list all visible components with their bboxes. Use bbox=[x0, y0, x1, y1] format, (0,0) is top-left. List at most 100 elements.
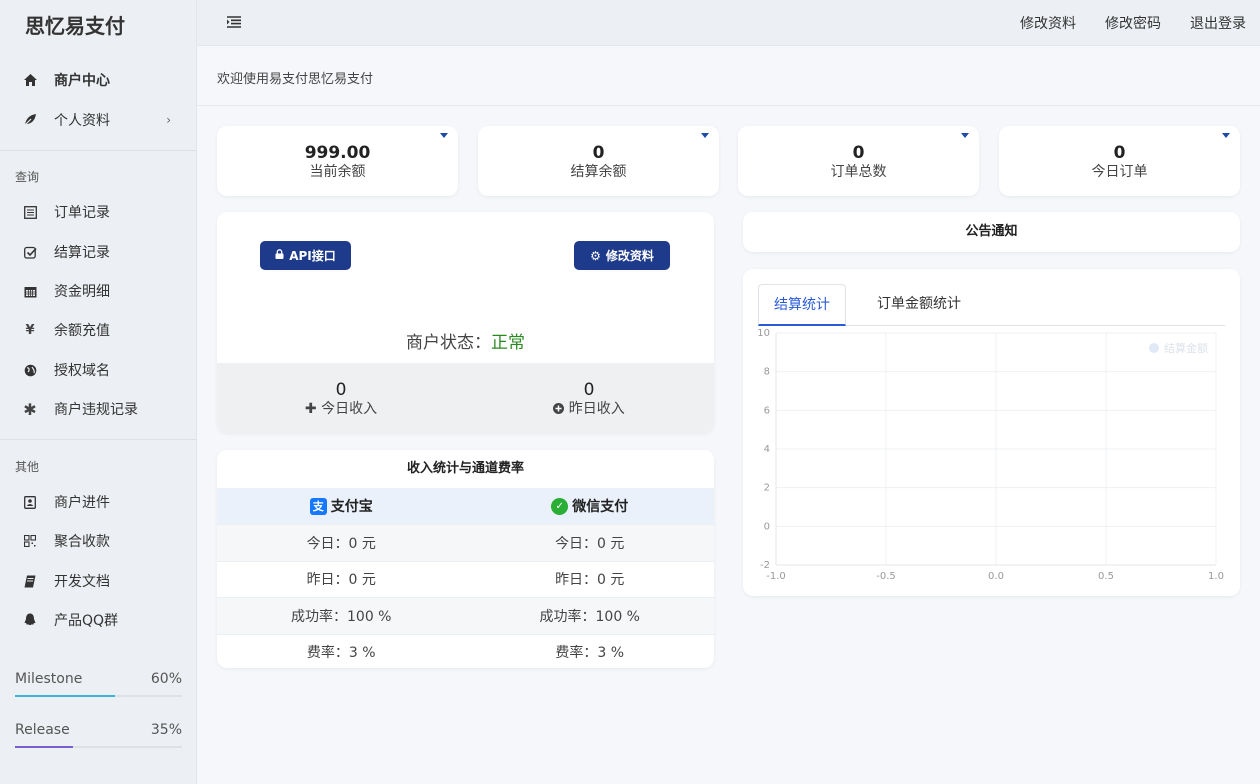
yesterday-income-value: 0 bbox=[583, 380, 595, 400]
merchant-card: API接口 ⚙ 修改资料 商户状态：正常 0 ✚ 今日收入 0 昨日收入 bbox=[217, 212, 714, 433]
stat-value: 0 bbox=[852, 143, 865, 163]
stat-label: 结算余额 bbox=[570, 164, 627, 180]
today-income-label: 今日收入 bbox=[321, 401, 378, 417]
sidebar-item-aggregate-payment[interactable]: 聚合收款 bbox=[0, 523, 197, 559]
globe-icon bbox=[22, 362, 38, 378]
table-cell: 成功率：100 % bbox=[539, 608, 640, 625]
sidebar-item-label: 结算记录 bbox=[54, 245, 110, 261]
status-value: 正常 bbox=[491, 333, 525, 353]
sidebar-item-label: 商户中心 bbox=[54, 73, 110, 89]
yesterday-income: 0 昨日收入 bbox=[465, 380, 713, 418]
table-cell: 今日：0 元 bbox=[555, 535, 625, 552]
section-heading-query: 查询 bbox=[15, 170, 40, 184]
api-button-label: API接口 bbox=[289, 249, 336, 263]
caret-down-icon[interactable] bbox=[701, 133, 709, 138]
today-income: 0 ✚ 今日收入 bbox=[217, 380, 465, 418]
lock-icon bbox=[275, 249, 284, 262]
sidebar-item-funds[interactable]: 资金明细 bbox=[0, 273, 197, 309]
sidebar-item-merchant-center[interactable]: 商户中心 bbox=[0, 62, 197, 98]
sidebar-item-settlements[interactable]: 结算记录 bbox=[0, 234, 197, 270]
logout-link[interactable]: 退出登录 bbox=[1190, 13, 1246, 33]
y-tick-label: 0 bbox=[764, 521, 770, 532]
rates-title: 收入统计与通道费率 bbox=[406, 461, 524, 476]
progress-fill bbox=[15, 746, 74, 748]
progress-value: 60% bbox=[150, 671, 182, 687]
caret-down-icon[interactable] bbox=[440, 133, 448, 138]
table-cell: 成功率：100 % bbox=[291, 608, 392, 625]
stat-value: 0 bbox=[1113, 143, 1126, 163]
topbar-nav: 修改资料 修改密码 退出登录 bbox=[1005, 0, 1260, 46]
qrcode-icon bbox=[22, 533, 38, 549]
tab-order-amount-stats[interactable]: 订单金额统计 bbox=[862, 284, 976, 326]
edit-profile-button[interactable]: ⚙ 修改资料 bbox=[574, 241, 670, 270]
sidebar-item-label: 产品QQ群 bbox=[54, 613, 119, 629]
list-icon bbox=[22, 204, 38, 220]
progress-value: 35% bbox=[150, 722, 182, 738]
topbar: 修改资料 修改密码 退出登录 bbox=[197, 0, 1260, 46]
stat-label: 订单总数 bbox=[830, 164, 887, 180]
sidebar-item-label: 商户进件 bbox=[54, 495, 110, 511]
x-tick-label: 0.5 bbox=[1098, 571, 1114, 582]
rates-header-row: 支支付宝 ✓ 微信支付 bbox=[217, 488, 714, 524]
notice-title: 公告通知 bbox=[965, 224, 1018, 239]
sidebar-item-label: 授权域名 bbox=[54, 363, 110, 379]
progress-track bbox=[15, 695, 182, 697]
sidebar-item-qq-group[interactable]: 产品QQ群 bbox=[0, 602, 197, 638]
notice-card[interactable]: 公告通知 bbox=[743, 212, 1240, 252]
x-tick-label: -1.0 bbox=[766, 571, 786, 582]
y-tick-label: 4 bbox=[764, 444, 770, 455]
chart-card: 结算统计 订单金额统计 10 8 6 4 2 0 -2 -1.0 -0.5 0.0 0.5 1.0 结算… bbox=[743, 269, 1240, 596]
sidebar-item-profile[interactable]: 个人资料 › bbox=[0, 102, 197, 138]
stat-card-total-orders: 0 订单总数 bbox=[738, 126, 979, 196]
caret-down-icon[interactable] bbox=[1222, 133, 1230, 138]
change-password-link[interactable]: 修改密码 bbox=[1105, 13, 1161, 33]
progress-track bbox=[15, 746, 182, 748]
divider bbox=[0, 150, 197, 151]
gear-icon: ⚙ bbox=[590, 248, 601, 263]
edit-profile-button-label: 修改资料 bbox=[605, 249, 654, 263]
plus-circle-icon bbox=[553, 401, 568, 417]
chart-tabs: 结算统计 订单金额统计 bbox=[758, 284, 1225, 326]
progress-release: Release 35% bbox=[15, 722, 182, 748]
table-cell: 昨日：0 元 bbox=[306, 572, 376, 589]
status-label: 商户状态： bbox=[406, 333, 491, 353]
sidebar-item-label: 订单记录 bbox=[54, 205, 110, 221]
sidebar-item-recharge[interactable]: ¥ 余额充值 bbox=[0, 312, 197, 348]
tab-settlement-stats[interactable]: 结算统计 bbox=[758, 284, 846, 326]
sidebar-item-onboarding[interactable]: 商户进件 bbox=[0, 484, 197, 520]
table-row: 成功率：100 % 成功率：100 % bbox=[217, 597, 714, 634]
divider bbox=[0, 439, 197, 440]
table-cell: 昨日：0 元 bbox=[555, 572, 625, 589]
api-button[interactable]: API接口 bbox=[260, 241, 351, 270]
wechat-icon: ✓ bbox=[551, 497, 569, 515]
sidebar-item-label: 开发文档 bbox=[54, 574, 110, 590]
stat-card-today-orders: 0 今日订单 bbox=[999, 126, 1240, 196]
y-tick-label: 2 bbox=[764, 483, 770, 494]
income-summary: 0 ✚ 今日收入 0 昨日收入 bbox=[217, 363, 714, 433]
stat-label: 今日订单 bbox=[1091, 164, 1148, 180]
edit-profile-link[interactable]: 修改资料 bbox=[1020, 13, 1076, 33]
brand-title: 思忆易支付 bbox=[25, 14, 125, 38]
sidebar-item-dev-docs[interactable]: 开发文档 bbox=[0, 563, 197, 599]
y-tick-label: 10 bbox=[757, 328, 770, 339]
y-tick-label: 8 bbox=[764, 367, 770, 378]
stat-card-settlement-balance: 0 结算余额 bbox=[478, 126, 719, 196]
table-row: 费率：3 % 费率：3 % bbox=[217, 633, 714, 669]
x-tick-label: 0.0 bbox=[988, 571, 1004, 582]
sidebar-item-violations[interactable]: ✱ 商户违规记录 bbox=[0, 391, 197, 427]
asterisk-icon: ✱ bbox=[23, 399, 37, 419]
today-income-value: 0 bbox=[335, 380, 347, 400]
wechat-header: ✓ 微信支付 bbox=[466, 496, 715, 516]
menu-toggle-icon[interactable] bbox=[227, 16, 241, 28]
check-square-icon bbox=[22, 244, 38, 260]
plus-icon: ✚ bbox=[304, 401, 317, 417]
sidebar-item-label: 资金明细 bbox=[54, 284, 110, 300]
caret-down-icon[interactable] bbox=[961, 133, 969, 138]
sidebar-item-domains[interactable]: 授权域名 bbox=[0, 352, 197, 388]
contact-icon bbox=[22, 494, 38, 510]
rates-card: 收入统计与通道费率 支支付宝 ✓ 微信支付 今日：0 元 今日：0 元 昨日：0 … bbox=[217, 450, 714, 668]
section-heading-other: 其他 bbox=[15, 460, 40, 474]
sidebar-item-orders[interactable]: 订单记录 bbox=[0, 194, 197, 230]
y-tick-label: -2 bbox=[760, 560, 770, 571]
progress-milestone: Milestone 60% bbox=[15, 671, 182, 697]
